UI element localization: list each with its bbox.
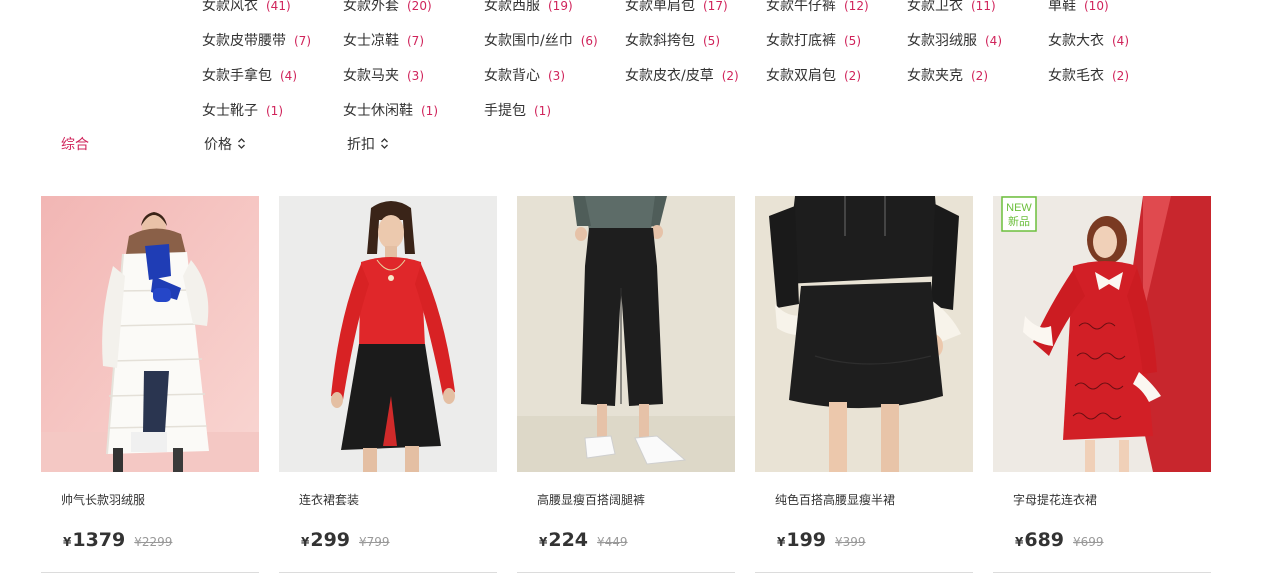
product-name[interactable]: 连衣裙套装	[299, 491, 359, 508]
category-item[interactable]: 女款夹克 (2)	[907, 68, 988, 84]
category-count: (5)	[844, 34, 861, 48]
sort-comprehensive[interactable]: 综合	[61, 137, 89, 153]
category-item[interactable]: 女士靴子 (1)	[202, 103, 283, 119]
category-count: (17)	[703, 0, 728, 13]
category-item[interactable]: 女款手拿包 (4)	[202, 68, 297, 84]
sort-price[interactable]: 价格	[204, 137, 246, 153]
category-item[interactable]: 女士休闲鞋 (1)	[343, 103, 438, 119]
current-price: 199	[786, 529, 827, 551]
category-item[interactable]: 女款围巾/丝巾 (6)	[484, 33, 598, 49]
category-count: (2)	[1112, 69, 1129, 83]
product-card[interactable]: 纯色百搭高腰显瘦半裙 ¥199 ¥399	[755, 196, 973, 578]
product-image[interactable]	[41, 196, 259, 472]
category-count: (19)	[548, 0, 573, 13]
category-count: (12)	[844, 0, 869, 13]
original-price: ¥2299	[134, 535, 173, 549]
category-item[interactable]: 女款背心 (3)	[484, 68, 565, 84]
new-badge: NEW 新品	[1001, 196, 1037, 232]
category-item[interactable]: 女款斜挎包 (5)	[625, 33, 720, 49]
current-price: 299	[310, 529, 351, 551]
category-item[interactable]: 女款单肩包 (17)	[625, 0, 728, 14]
currency-symbol: ¥	[539, 535, 548, 549]
category-item[interactable]: 女款大衣 (4)	[1048, 33, 1129, 49]
svg-text:新品: 新品	[1008, 214, 1030, 228]
currency-symbol: ¥	[1015, 535, 1024, 549]
category-item[interactable]: 女款外套 (20)	[343, 0, 432, 14]
category-item[interactable]: 女款打底裤 (5)	[766, 33, 861, 49]
category-item[interactable]: 女款卫衣 (11)	[907, 0, 996, 14]
card-divider	[279, 572, 497, 573]
product-image[interactable]: NEW 新品	[993, 196, 1211, 472]
original-price: ¥699	[1073, 535, 1104, 549]
current-price: 1379	[72, 529, 126, 551]
currency-symbol: ¥	[777, 535, 786, 549]
category-item[interactable]: 女款毛衣 (2)	[1048, 68, 1129, 84]
price-row: ¥689 ¥699	[1015, 529, 1104, 551]
currency-symbol: ¥	[63, 535, 72, 549]
category-item[interactable]: 女款羽绒服 (4)	[907, 33, 1002, 49]
price-row: ¥199 ¥399	[777, 529, 866, 551]
category-count: (4)	[280, 69, 297, 83]
product-name[interactable]: 字母提花连衣裙	[1013, 491, 1097, 508]
category-count: (4)	[1112, 34, 1129, 48]
original-price: ¥399	[835, 535, 866, 549]
price-row: ¥299 ¥799	[301, 529, 390, 551]
category-count: (6)	[580, 34, 598, 48]
svg-text:NEW: NEW	[1006, 202, 1032, 214]
product-name[interactable]: 高腰显瘦百搭阔腿裤	[537, 491, 645, 508]
price-row: ¥224 ¥449	[539, 529, 628, 551]
category-count: (4)	[985, 34, 1002, 48]
category-count: (1)	[534, 104, 551, 118]
category-item[interactable]: 女款双肩包 (2)	[766, 68, 861, 84]
product-card[interactable]: 连衣裙套装 ¥299 ¥799	[279, 196, 497, 578]
current-price: 689	[1024, 529, 1065, 551]
category-item[interactable]: 女款皮带腰带 (7)	[202, 33, 311, 49]
category-item[interactable]: 手提包 (1)	[484, 103, 551, 119]
product-name[interactable]: 纯色百搭高腰显瘦半裙	[775, 491, 895, 508]
category-item[interactable]: 女款皮衣/皮草 (2)	[625, 68, 739, 84]
currency-symbol: ¥	[301, 535, 310, 549]
category-count: (2)	[721, 69, 739, 83]
category-count: (1)	[266, 104, 283, 118]
category-item[interactable]: 女款西服 (19)	[484, 0, 573, 14]
product-card[interactable]: NEW 新品 字母提花连衣裙 ¥689 ¥699	[993, 196, 1211, 578]
category-count: (11)	[971, 0, 996, 13]
original-price: ¥449	[597, 535, 628, 549]
category-count: (5)	[703, 34, 720, 48]
card-divider	[755, 572, 973, 573]
product-card[interactable]: 高腰显瘦百搭阔腿裤 ¥224 ¥449	[517, 196, 735, 578]
category-count: (10)	[1084, 0, 1109, 13]
sort-discount[interactable]: 折扣	[347, 137, 389, 153]
category-count: (20)	[407, 0, 432, 13]
card-divider	[41, 572, 259, 573]
card-divider	[993, 572, 1211, 573]
original-price: ¥799	[359, 535, 390, 549]
product-image[interactable]	[279, 196, 497, 472]
category-count: (7)	[407, 34, 424, 48]
category-count: (2)	[971, 69, 988, 83]
product-image[interactable]	[517, 196, 735, 472]
price-row: ¥1379 ¥2299	[63, 529, 172, 551]
product-card[interactable]: 帅气长款羽绒服 ¥1379 ¥2299	[41, 196, 259, 578]
category-count: (7)	[294, 34, 311, 48]
sort-toggle-icon	[380, 137, 389, 153]
category-item[interactable]: 女款马夹 (3)	[343, 68, 424, 84]
category-filter-grid: 女款风衣 (41) 女款外套 (20) 女款西服 (19) 女款单肩包 (17) 女款牛…	[0, 0, 1273, 125]
sort-toggle-icon	[237, 137, 246, 153]
card-divider	[517, 572, 735, 573]
category-item[interactable]: 单鞋 (10)	[1048, 0, 1109, 14]
category-count: (3)	[548, 69, 565, 83]
category-item[interactable]: 女款牛仔裤 (12)	[766, 0, 869, 14]
category-count: (1)	[421, 104, 438, 118]
category-item[interactable]: 女款风衣 (41)	[202, 0, 291, 14]
category-count: (41)	[266, 0, 291, 13]
current-price: 224	[548, 529, 589, 551]
category-count: (2)	[844, 69, 861, 83]
category-count: (3)	[407, 69, 424, 83]
category-item[interactable]: 女士凉鞋 (7)	[343, 33, 424, 49]
product-name[interactable]: 帅气长款羽绒服	[61, 491, 145, 508]
product-image[interactable]	[755, 196, 973, 472]
